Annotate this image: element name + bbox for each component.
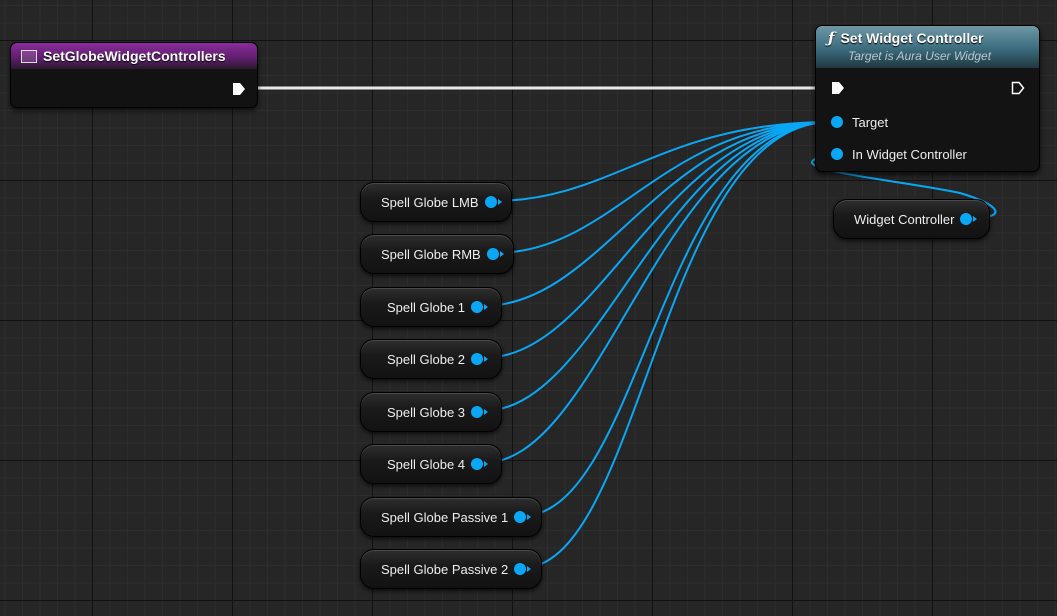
output-pin[interactable]: [471, 301, 489, 313]
output-pin[interactable]: [514, 563, 532, 575]
variable-label: Spell Globe 1: [386, 299, 466, 315]
variable-label: Spell Globe Passive 2: [381, 561, 509, 577]
variable-node-spell-globe-3[interactable]: Spell Globe 3: [360, 392, 502, 432]
output-pin[interactable]: [471, 353, 489, 365]
function-node-subtitle: Target is Aura User Widget: [848, 49, 992, 63]
function-node-title: Set Widget Controller: [840, 30, 984, 46]
variable-label: Spell Globe LMB: [381, 194, 479, 210]
output-pin[interactable]: [471, 458, 489, 470]
in-widget-controller-pin-label: In Widget Controller: [852, 147, 967, 162]
event-node-header[interactable]: SetGlobeWidgetControllers: [11, 43, 257, 69]
variable-node-spell-globe-rmb[interactable]: Spell Globe RMB: [360, 234, 514, 274]
variable-node-spell-globe-passive-2[interactable]: Spell Globe Passive 2: [360, 549, 542, 589]
exec-in-pin-icon[interactable]: [831, 81, 845, 95]
output-pin[interactable]: [960, 213, 978, 225]
output-pin[interactable]: [484, 196, 502, 208]
output-pin[interactable]: [486, 248, 504, 260]
variable-label: Spell Globe 4: [386, 456, 466, 472]
event-node[interactable]: SetGlobeWidgetControllers: [10, 42, 258, 108]
target-pin-label: Target: [852, 115, 889, 130]
exec-out-pin-icon[interactable]: [1011, 81, 1025, 95]
variable-node-widget-controller[interactable]: Widget Controller: [833, 199, 990, 239]
target-wire-2[interactable]: [482, 121, 832, 307]
function-icon: ƒ: [828, 29, 835, 47]
variable-node-spell-globe-lmb[interactable]: Spell Globe LMB: [360, 182, 512, 222]
variable-node-spell-globe-passive-1[interactable]: Spell Globe Passive 1: [360, 497, 542, 537]
variable-label: Spell Globe Passive 1: [381, 509, 509, 525]
target-pin[interactable]: [831, 116, 843, 128]
target-wire-4[interactable]: [482, 121, 832, 412]
variable-label: Spell Globe RMB: [381, 246, 481, 262]
exec-out-pin-icon[interactable]: [232, 82, 246, 96]
event-node-title: SetGlobeWidgetControllers: [43, 48, 226, 64]
event-box-icon: [21, 49, 37, 63]
variable-label: Spell Globe 3: [386, 404, 466, 420]
variable-label: Spell Globe 2: [386, 351, 466, 367]
variable-label: Widget Controller: [854, 211, 955, 227]
output-pin[interactable]: [514, 511, 532, 523]
set-widget-controller-node[interactable]: ƒ Set Widget Controller Target is Aura U…: [815, 25, 1040, 172]
function-node-header[interactable]: ƒ Set Widget Controller Target is Aura U…: [816, 26, 1039, 68]
target-wire-5[interactable]: [482, 121, 832, 464]
in-widget-controller-pin[interactable]: [831, 148, 843, 160]
variable-node-spell-globe-4[interactable]: Spell Globe 4: [360, 444, 502, 484]
output-pin[interactable]: [471, 406, 489, 418]
variable-node-spell-globe-2[interactable]: Spell Globe 2: [360, 339, 502, 379]
variable-node-spell-globe-1[interactable]: Spell Globe 1: [360, 287, 502, 327]
